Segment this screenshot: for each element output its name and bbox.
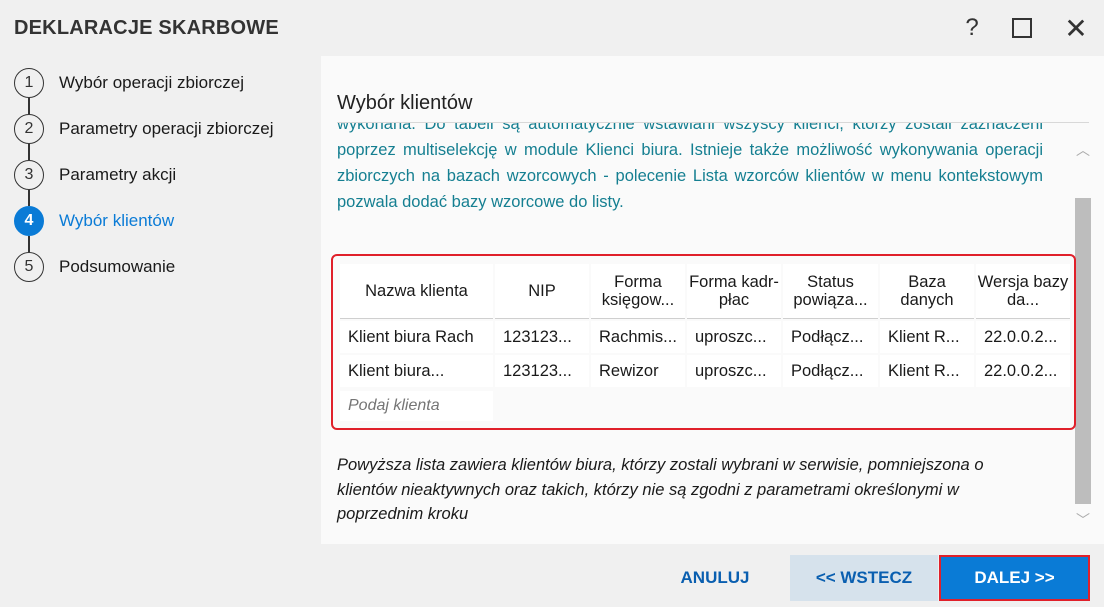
wizard-steps: 1 Wybór operacji zbiorczej 2 Parametry o… <box>14 60 314 290</box>
step-parametry-operacji[interactable]: 2 Parametry operacji zbiorczej <box>14 106 314 152</box>
step-label: Parametry akcji <box>59 165 177 184</box>
step-connector <box>28 236 30 252</box>
step-label: Wybór operacji zbiorczej <box>59 73 245 92</box>
close-button[interactable]: ✕ <box>1059 12 1093 44</box>
table-cell[interactable]: 22.0.0.2... <box>976 321 1070 353</box>
column-header[interactable]: Baza danych <box>880 264 974 319</box>
column-header[interactable]: Forma księgow... <box>591 264 685 319</box>
column-header[interactable]: NIP <box>495 264 589 319</box>
step-connector <box>28 190 30 206</box>
step-connector <box>28 144 30 160</box>
step-label: Podsumowanie <box>59 257 176 276</box>
maximize-icon <box>1012 18 1032 38</box>
next-button[interactable]: DALEJ >> <box>939 555 1090 601</box>
step-number: 5 <box>14 252 44 282</box>
window-title: DEKLARACJE SKARBOWE <box>14 17 279 39</box>
back-button[interactable]: << WSTECZ <box>790 555 938 601</box>
column-header[interactable]: Forma kadr-płac <box>687 264 781 319</box>
table-header: Nazwa klienta NIP Forma księgow... Forma… <box>340 264 1070 319</box>
step-wybor-klientow[interactable]: 4 Wybór klientów <box>14 198 314 244</box>
table-row[interactable]: Klient biura... 123123... Rewizor uprosz… <box>340 355 1070 387</box>
step-number: 1 <box>14 68 44 98</box>
column-header[interactable]: Wersja bazy da... <box>976 264 1070 319</box>
step-label: Parametry operacji zbiorczej <box>59 119 274 138</box>
table-cell[interactable]: uproszc... <box>687 321 781 353</box>
table-cell[interactable]: 123123... <box>495 321 589 353</box>
step-podsumowanie[interactable]: 5 Podsumowanie <box>14 244 314 290</box>
step-number: 3 <box>14 160 44 190</box>
table-note: Powyższa lista zawiera klientów biura, k… <box>337 456 984 523</box>
table-cell[interactable]: 22.0.0.2... <box>976 355 1070 387</box>
page-title: Wybór klientów <box>337 92 473 114</box>
column-header[interactable]: Nazwa klienta <box>340 264 493 319</box>
client-search-input[interactable] <box>340 391 493 421</box>
maximize-button[interactable] <box>1005 12 1039 44</box>
step-parametry-akcji[interactable]: 3 Parametry akcji <box>14 152 314 198</box>
step-wybor-operacji[interactable]: 1 Wybór operacji zbiorczej <box>14 60 314 106</box>
table-cell[interactable]: Podłącz... <box>783 355 878 387</box>
cancel-button[interactable]: ANULUJ <box>665 555 765 601</box>
help-icon: ? <box>965 14 979 41</box>
scroll-thumb[interactable] <box>1075 198 1091 504</box>
table-row[interactable]: Klient biura Rach 123123... Rachmis... u… <box>340 321 1070 353</box>
vertical-scrollbar[interactable]: ︿ ﹀ <box>1073 140 1093 530</box>
table-cell[interactable]: uproszc... <box>687 355 781 387</box>
scroll-down-icon[interactable]: ﹀ <box>1073 510 1093 528</box>
table-cell[interactable]: Rachmis... <box>591 321 685 353</box>
column-header[interactable]: Status powiąza... <box>783 264 878 319</box>
table-cell[interactable]: Klient R... <box>880 355 974 387</box>
table-cell[interactable]: Klient R... <box>880 321 974 353</box>
close-icon: ✕ <box>1064 12 1088 44</box>
table-cell[interactable]: Klient biura... <box>340 355 493 387</box>
step-label: Wybór klientów <box>59 211 175 230</box>
step-number: 2 <box>14 114 44 144</box>
help-button[interactable]: ? <box>955 12 989 44</box>
table-cell[interactable]: Rewizor <box>591 355 685 387</box>
step-connector <box>28 98 30 114</box>
info-text: wykonana. Do tabeli są automatycznie wst… <box>337 123 1043 211</box>
table-cell[interactable]: 123123... <box>495 355 589 387</box>
step-number: 4 <box>14 206 44 236</box>
scroll-up-icon[interactable]: ︿ <box>1073 140 1093 158</box>
table-cell[interactable]: Klient biura Rach <box>340 321 493 353</box>
clients-table: Nazwa klienta NIP Forma księgow... Forma… <box>340 264 1070 421</box>
table-cell[interactable]: Podłącz... <box>783 321 878 353</box>
